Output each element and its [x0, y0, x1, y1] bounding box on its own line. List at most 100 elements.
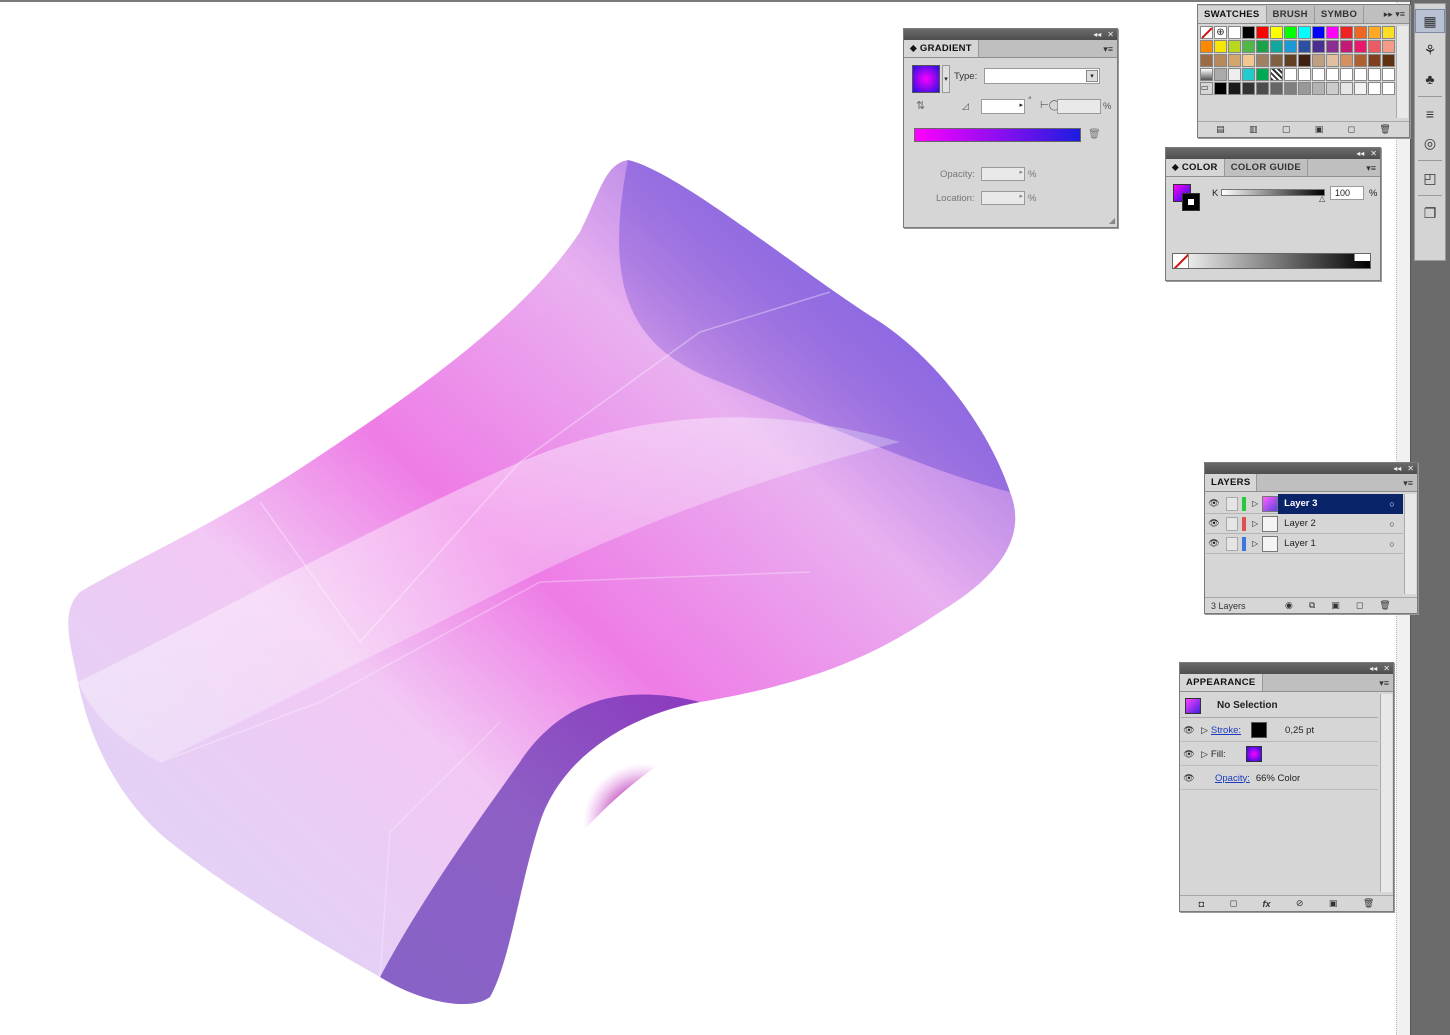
close-icon[interactable]: ✕ — [1407, 464, 1414, 473]
swatch-chip[interactable] — [1242, 68, 1255, 81]
panel-menu-icon[interactable]: ▾≡ — [1103, 44, 1113, 55]
swatch-chip[interactable] — [1354, 40, 1367, 53]
swatch-chip[interactable] — [1214, 68, 1227, 81]
appearance-fill-row[interactable]: 👁 ▷ Fill: — [1181, 743, 1378, 766]
layer-row[interactable]: 👁 ▷ Layer 2 ○ — [1206, 514, 1403, 534]
opacity-field[interactable]: ▸ — [981, 167, 1025, 181]
stroke-color-chip[interactable] — [1251, 722, 1268, 738]
brushes-dock-icon[interactable]: ⚘ — [1415, 38, 1445, 62]
swatch-chip[interactable] — [1270, 54, 1283, 67]
swatch-chip[interactable] — [1242, 82, 1255, 95]
reverse-gradient-icon[interactable]: ⇅ — [916, 99, 925, 112]
swatch-chip[interactable] — [1214, 40, 1227, 53]
swatch-chip[interactable] — [1228, 40, 1241, 53]
tab-gradient[interactable]: ⬥ GRADIENT — [904, 40, 979, 57]
swatch-chip[interactable] — [1284, 40, 1297, 53]
close-icon[interactable]: ✕ — [1370, 149, 1377, 158]
swatch-chip[interactable] — [1298, 54, 1311, 67]
lock-toggle[interactable] — [1226, 496, 1238, 511]
delete-item-icon[interactable]: 🗑 — [1363, 898, 1374, 909]
swatch-chip[interactable] — [1200, 40, 1213, 53]
swatch-chip[interactable] — [1326, 54, 1339, 67]
swatch-chip[interactable] — [1284, 26, 1297, 39]
swatch-chip[interactable] — [1326, 40, 1339, 53]
target-circle-icon[interactable]: ○ — [1381, 534, 1403, 554]
swatch-chip[interactable] — [1354, 82, 1367, 95]
swatch-chip[interactable] — [1256, 68, 1269, 81]
swatch-chip[interactable] — [1340, 82, 1353, 95]
panel-menu-icon[interactable]: ▸▸ ▾≡ — [1384, 9, 1405, 20]
target-circle-icon[interactable]: ○ — [1381, 493, 1403, 514]
tab-layers[interactable]: LAYERS — [1205, 474, 1258, 491]
fill-color-chip[interactable] — [1245, 746, 1262, 762]
resize-grip-icon[interactable]: ◢ — [1109, 216, 1115, 225]
swatches-scrollbar[interactable] — [1396, 26, 1408, 118]
swatch-chip[interactable] — [1256, 40, 1269, 53]
swatch-chip[interactable] — [1368, 54, 1381, 67]
layer-row[interactable]: 👁 ▷ Layer 3 ○ — [1206, 493, 1403, 514]
close-icon[interactable]: ✕ — [1107, 30, 1114, 39]
swatch-grid[interactable]: ⊕ ▭ — [1200, 26, 1395, 98]
swatch-chip[interactable] — [1312, 26, 1325, 39]
swatch-chip[interactable] — [1228, 68, 1241, 81]
swatch-chip[interactable] — [1382, 26, 1395, 39]
swatch-chip[interactable] — [1326, 82, 1339, 95]
swatch-chip[interactable] — [1298, 40, 1311, 53]
layer-name[interactable]: Layer 3 — [1278, 493, 1381, 514]
tab-brushes[interactable]: BRUSH — [1267, 6, 1315, 23]
swatch-chip[interactable] — [1228, 82, 1241, 95]
swatch-chip[interactable] — [1228, 26, 1241, 39]
eye-icon[interactable]: 👁 — [1181, 773, 1197, 784]
collapse-icon[interactable]: ◂◂ — [1093, 30, 1101, 39]
none-color-icon[interactable] — [1173, 254, 1189, 268]
swatch-chip[interactable]: ▭ — [1200, 82, 1213, 95]
color-panel-titlebar[interactable]: ◂◂ ✕ — [1166, 148, 1380, 159]
swatch-chip[interactable] — [1354, 54, 1367, 67]
tab-color[interactable]: ⬥ COLOR — [1166, 159, 1225, 176]
clear-appearance-icon[interactable]: ⊘ — [1296, 898, 1304, 909]
swatch-chip[interactable] — [1312, 54, 1325, 67]
gradient-swatch-preview[interactable] — [912, 65, 940, 93]
location-field[interactable]: ▸ — [981, 191, 1025, 205]
graphic-styles-dock-icon[interactable]: ◰ — [1415, 166, 1445, 190]
stroke-dock-icon[interactable]: ≡ — [1415, 102, 1445, 126]
swatch-chip[interactable] — [1340, 54, 1353, 67]
swatch-chip[interactable] — [1312, 82, 1325, 95]
k-value-field[interactable]: 100 — [1330, 186, 1364, 200]
show-kinds-icon[interactable]: ▥ — [1249, 124, 1258, 135]
swatch-chip[interactable] — [1270, 26, 1283, 39]
close-icon[interactable]: ✕ — [1383, 664, 1390, 673]
swatch-chip[interactable] — [1214, 82, 1227, 95]
layers-panel-titlebar[interactable]: ◂◂ ✕ — [1205, 463, 1417, 474]
swatch-chip[interactable] — [1312, 40, 1325, 53]
swatch-chip[interactable] — [1200, 68, 1213, 81]
delete-stop-icon[interactable]: 🗑 — [1088, 129, 1101, 140]
layer-name[interactable]: Layer 2 — [1278, 514, 1381, 534]
add-fill-icon[interactable]: ◻ — [1230, 898, 1237, 909]
white-color-chip[interactable] — [1354, 254, 1370, 261]
swatch-chip[interactable] — [1340, 40, 1353, 53]
color-spectrum-bar[interactable] — [1172, 253, 1371, 269]
eye-icon[interactable]: 👁 — [1206, 518, 1222, 529]
swatch-chip[interactable] — [1256, 26, 1269, 39]
swatch-chip[interactable] — [1382, 82, 1395, 95]
lock-toggle[interactable] — [1226, 536, 1238, 551]
stroke-label[interactable]: Stroke: — [1211, 725, 1241, 736]
locate-object-icon[interactable]: ◉ — [1285, 600, 1293, 611]
new-sublayer-icon[interactable]: ▣ — [1331, 600, 1340, 611]
target-circle-icon[interactable]: ○ — [1381, 514, 1403, 534]
delete-layer-icon[interactable]: 🗑 — [1379, 600, 1390, 611]
swatch-chip[interactable] — [1214, 54, 1227, 67]
swatch-chip[interactable] — [1340, 26, 1353, 39]
expand-triangle-icon[interactable]: ▷ — [1201, 749, 1208, 760]
eye-icon[interactable]: 👁 — [1206, 538, 1222, 549]
tab-appearance[interactable]: APPEARANCE — [1180, 674, 1263, 691]
stroke-swatch[interactable] — [1182, 193, 1200, 211]
angle-field[interactable]: ▸ — [981, 99, 1025, 114]
layer-row[interactable]: 👁 ▷ Layer 1 ○ — [1206, 534, 1403, 554]
expand-triangle-icon[interactable]: ▷ — [1252, 519, 1258, 528]
appearance-opacity-row[interactable]: 👁 Opacity: 66% Color — [1181, 767, 1378, 790]
tab-swatches[interactable]: SWATCHES — [1198, 6, 1267, 23]
appearance-stroke-row[interactable]: 👁 ▷ Stroke: 0,25 pt — [1181, 719, 1378, 742]
layers-scrollbar[interactable] — [1404, 494, 1416, 594]
